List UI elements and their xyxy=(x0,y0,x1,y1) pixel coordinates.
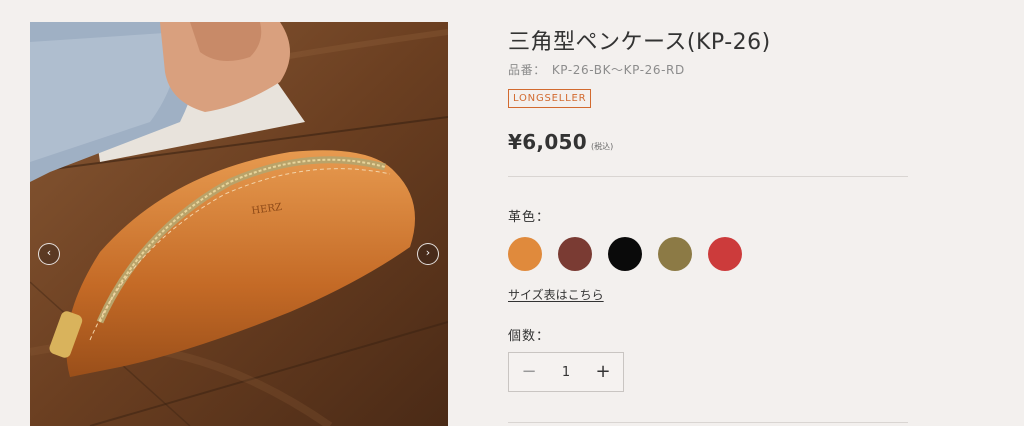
chevron-left-icon: ‹ xyxy=(46,246,52,259)
product-price: ¥6,050 (税込) xyxy=(508,130,613,154)
color-swatch-brown[interactable] xyxy=(558,237,592,271)
divider xyxy=(508,176,908,177)
price-amount: ¥6,050 xyxy=(508,130,587,154)
longseller-badge: LONGSELLER xyxy=(508,89,592,108)
color-swatch-black[interactable] xyxy=(608,237,642,271)
gallery-prev-button[interactable]: ‹ xyxy=(38,243,60,265)
sku-value: KP-26-BK〜KP-26-RD xyxy=(551,63,685,77)
gallery-next-button[interactable]: › xyxy=(417,243,439,265)
color-swatch-red[interactable] xyxy=(708,237,742,271)
quantity-label: 個数： xyxy=(508,329,551,344)
sku-label: 品番： xyxy=(508,63,546,77)
quantity-stepper: − + xyxy=(508,352,624,392)
quantity-decrease-button[interactable]: − xyxy=(519,362,539,382)
product-sku: 品番： KP-26-BK〜KP-26-RD xyxy=(508,61,685,78)
color-swatches xyxy=(508,237,742,271)
color-swatch-olive[interactable] xyxy=(658,237,692,271)
product-image-gallery: HERZ ‹ › xyxy=(30,22,448,426)
tax-note: (税込) xyxy=(590,142,614,151)
size-chart-link[interactable]: サイズ表はこちら xyxy=(508,286,604,303)
divider xyxy=(508,422,908,423)
product-photo: HERZ xyxy=(30,22,448,426)
chevron-right-icon: › xyxy=(425,246,431,259)
quantity-increase-button[interactable]: + xyxy=(593,362,613,382)
color-swatch-camel[interactable] xyxy=(508,237,542,271)
leather-color-label: 革色： xyxy=(508,210,551,225)
quantity-input[interactable] xyxy=(546,364,586,380)
product-title: 三角型ペンケース(KP-26) xyxy=(508,30,771,55)
